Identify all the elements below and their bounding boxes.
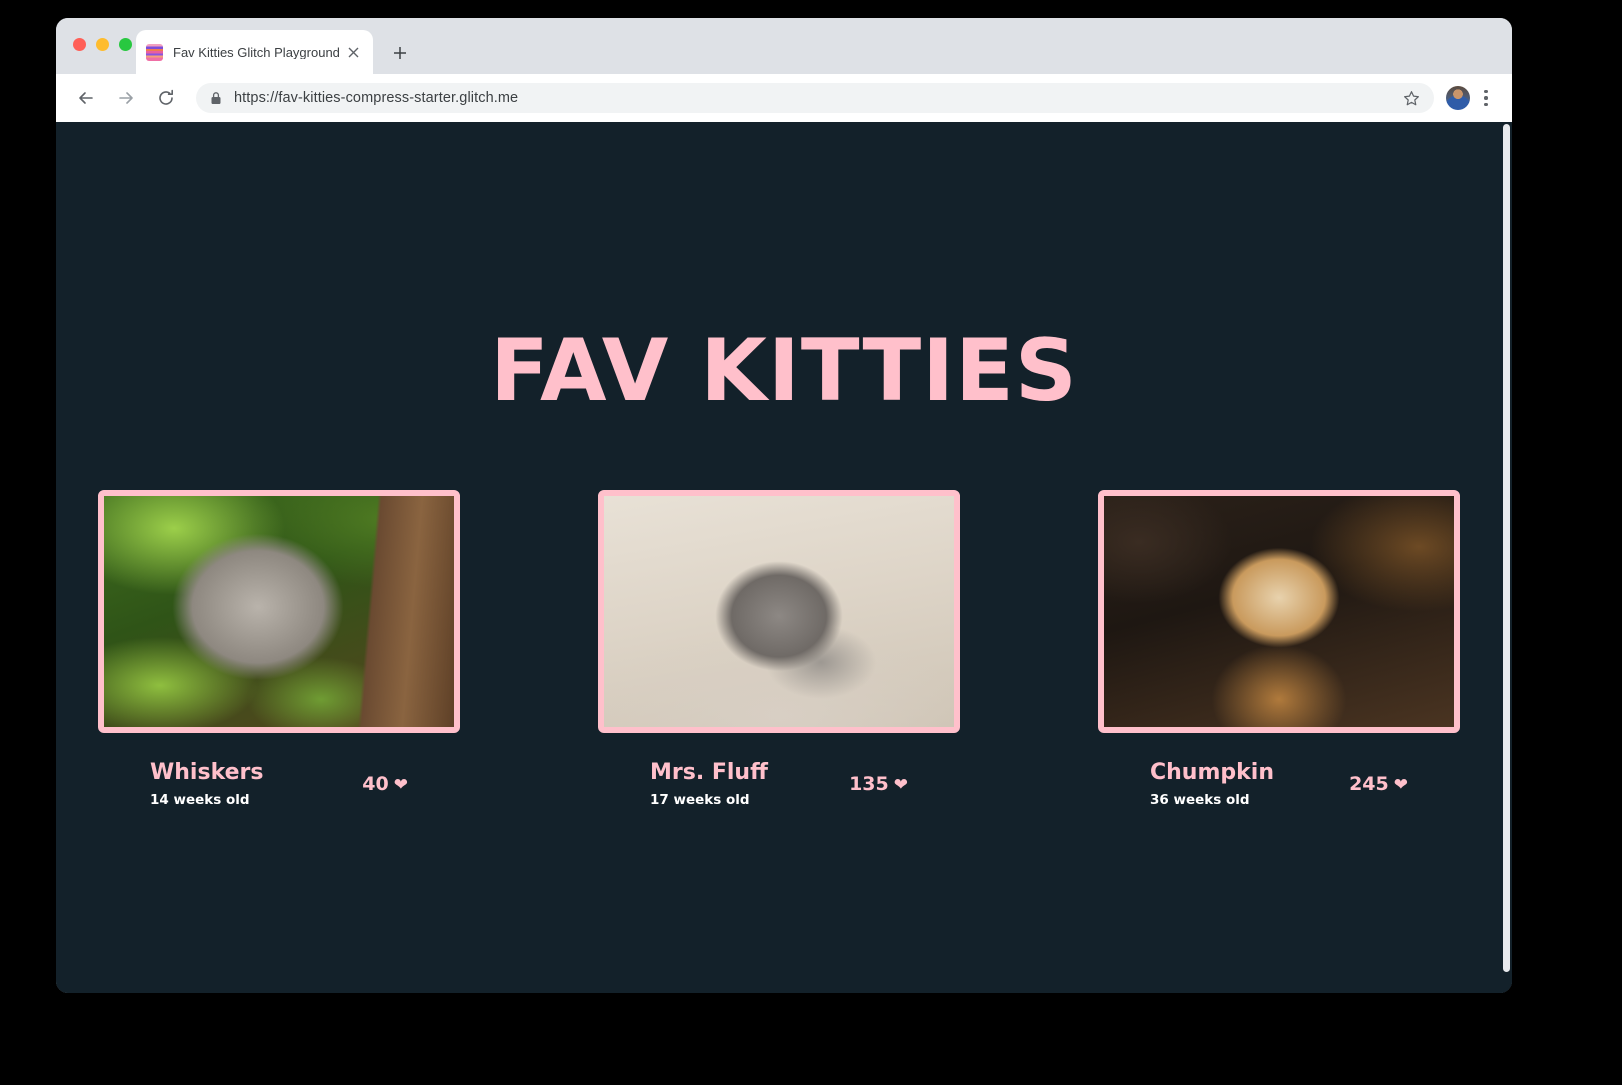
cat-age: 17 weeks old xyxy=(650,792,750,809)
minimize-window-button[interactable] xyxy=(96,38,109,51)
page-scrollbar[interactable] xyxy=(1501,122,1512,993)
lock-icon xyxy=(210,91,222,105)
cat-name-column: Whiskers 14 weeks old xyxy=(150,761,263,808)
back-icon[interactable] xyxy=(70,82,102,114)
cat-card[interactable]: Whiskers 14 weeks old 40 ❤ xyxy=(98,490,460,808)
like-count: 135 xyxy=(849,773,889,795)
url-text: https://fav-kitties-compress-starter.gli… xyxy=(234,90,519,106)
tab-title: Fav Kitties Glitch Playground xyxy=(173,45,340,59)
forward-icon[interactable] xyxy=(110,82,142,114)
reload-icon[interactable] xyxy=(150,82,182,114)
star-icon[interactable] xyxy=(1403,90,1420,107)
cat-name: Chumpkin xyxy=(1150,760,1274,785)
cat-photo-frame[interactable] xyxy=(98,490,460,733)
cat-card[interactable]: Chumpkin 36 weeks old 245 ❤ xyxy=(1098,490,1460,808)
cat-age: 36 weeks old xyxy=(1150,792,1250,809)
cat-name: Whiskers xyxy=(150,760,264,785)
page-title: FAV KITTIES xyxy=(490,321,1078,421)
scrollbar-thumb[interactable] xyxy=(1503,124,1510,972)
new-tab-button[interactable] xyxy=(389,42,411,64)
cat-name: Mrs. Fluff xyxy=(650,760,768,785)
cat-photo-chumpkin xyxy=(1104,496,1454,727)
browser-tab[interactable]: Fav Kitties Glitch Playground xyxy=(136,30,373,74)
like-count: 245 xyxy=(1349,773,1389,795)
cat-meta: Chumpkin 36 weeks old 245 ❤ xyxy=(1098,761,1460,808)
cat-age: 14 weeks old xyxy=(150,792,250,809)
cat-meta: Mrs. Fluff 17 weeks old 135 ❤ xyxy=(598,761,960,808)
cat-name-column: Chumpkin 36 weeks old xyxy=(1150,761,1274,808)
heart-icon[interactable]: ❤ xyxy=(394,775,408,795)
like-counter[interactable]: 135 ❤ xyxy=(849,773,908,795)
kebab-menu-icon[interactable] xyxy=(1474,84,1498,112)
page-viewport: FAV KITTIES Whiskers 14 weeks old 40 ❤ M… xyxy=(56,122,1512,993)
cat-photo-frame[interactable] xyxy=(598,490,960,733)
maximize-window-button[interactable] xyxy=(119,38,132,51)
heart-icon[interactable]: ❤ xyxy=(1394,775,1408,795)
cat-meta: Whiskers 14 weeks old 40 ❤ xyxy=(98,761,460,808)
cat-photo-whiskers xyxy=(104,496,454,727)
address-bar[interactable]: https://fav-kitties-compress-starter.gli… xyxy=(196,83,1434,113)
tab-strip: Fav Kitties Glitch Playground xyxy=(56,18,1512,74)
cat-name-column: Mrs. Fluff 17 weeks old xyxy=(650,761,768,808)
window-controls xyxy=(73,38,132,51)
close-window-button[interactable] xyxy=(73,38,86,51)
close-icon[interactable] xyxy=(343,42,363,62)
avatar[interactable] xyxy=(1446,86,1470,110)
cat-photo-mrs-fluff xyxy=(604,496,954,727)
like-counter[interactable]: 245 ❤ xyxy=(1349,773,1408,795)
heart-icon[interactable]: ❤ xyxy=(894,775,908,795)
like-counter[interactable]: 40 ❤ xyxy=(362,773,408,795)
browser-window: Fav Kitties Glitch Playground https://fa… xyxy=(56,18,1512,993)
glitch-logo-icon xyxy=(146,43,163,61)
screen: Fav Kitties Glitch Playground https://fa… xyxy=(0,0,1622,1085)
browser-toolbar: https://fav-kitties-compress-starter.gli… xyxy=(56,74,1512,122)
like-count: 40 xyxy=(362,773,389,795)
cat-photo-frame[interactable] xyxy=(1098,490,1460,733)
cat-card[interactable]: Mrs. Fluff 17 weeks old 135 ❤ xyxy=(598,490,960,808)
cat-grid: Whiskers 14 weeks old 40 ❤ Mrs. Fluff 17… xyxy=(98,490,1460,808)
fav-kitties-page: FAV KITTIES Whiskers 14 weeks old 40 ❤ M… xyxy=(56,122,1512,993)
